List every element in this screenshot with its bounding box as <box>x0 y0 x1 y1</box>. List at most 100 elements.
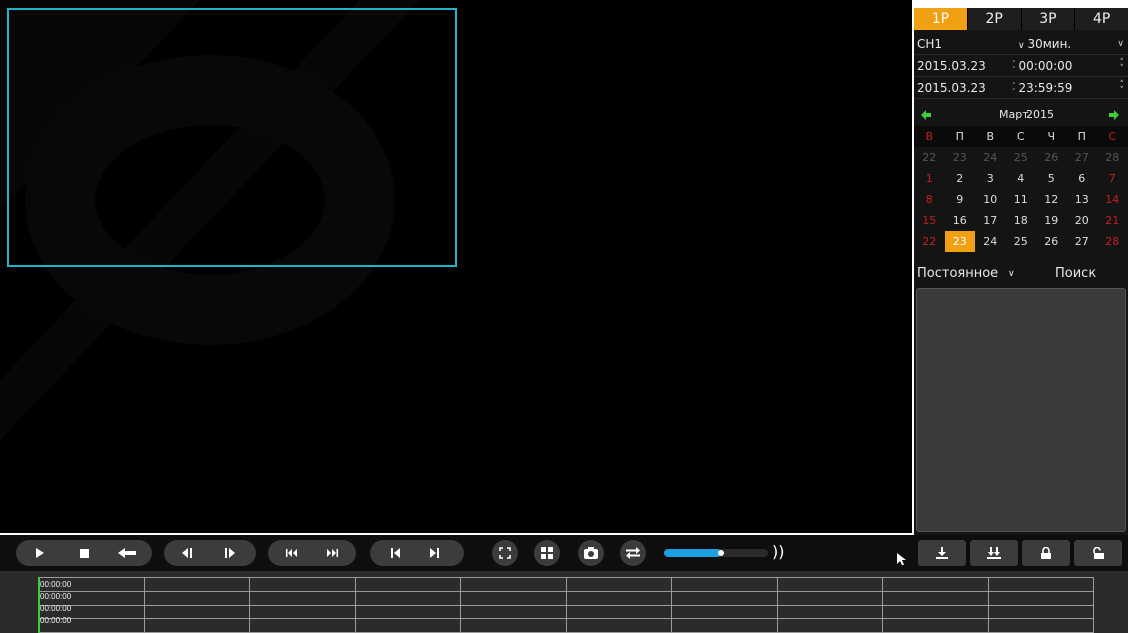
calendar-day[interactable]: 19 <box>1036 210 1067 231</box>
calendar-day[interactable]: 25 <box>1006 147 1037 168</box>
calendar-week: 8 9 10 11 12 13 14 <box>914 189 1128 210</box>
calendar-day[interactable]: 15 <box>914 210 945 231</box>
calendar-day[interactable]: 13 <box>1067 189 1098 210</box>
calendar-day[interactable]: 26 <box>1036 231 1067 252</box>
calendar-day[interactable]: 3 <box>975 168 1006 189</box>
calendar-day[interactable]: 22 <box>914 231 945 252</box>
step-back-icon[interactable] <box>178 544 198 562</box>
tab-4p[interactable]: 4P <box>1075 8 1128 30</box>
stop-icon[interactable] <box>74 544 94 562</box>
volume-slider[interactable] <box>664 549 768 557</box>
calendar-day[interactable]: 24 <box>975 231 1006 252</box>
calendar-day[interactable]: 9 <box>945 189 976 210</box>
start-row: 2015.03.23 ˄ ˅ 00:00:00 ˄ ˅ <box>914 56 1128 77</box>
calendar-day[interactable]: 24 <box>975 147 1006 168</box>
calendar-day[interactable]: 14 <box>1097 189 1128 210</box>
channel-select[interactable]: CH1 <box>917 34 942 54</box>
timeline-channel-time: 00:00:00 <box>40 592 72 601</box>
download-icon <box>918 540 966 566</box>
calendar-day[interactable]: 2 <box>945 168 976 189</box>
timeline-column-line <box>460 577 461 633</box>
calendar-day[interactable]: 28 <box>1097 231 1128 252</box>
speaker-icon[interactable]: )) <box>772 542 784 561</box>
tab-3p[interactable]: 3P <box>1021 8 1076 30</box>
prev-month-icon[interactable] <box>920 109 932 121</box>
calendar-day[interactable]: 18 <box>1006 210 1037 231</box>
calendar-day[interactable]: 23 <box>945 147 976 168</box>
calendar-day[interactable]: 27 <box>1067 231 1098 252</box>
search-button[interactable]: Поиск <box>1055 264 1096 284</box>
weekday-header: В П В С Ч П С <box>914 126 1128 147</box>
calendar-day[interactable]: 16 <box>945 210 976 231</box>
fast-icon[interactable] <box>322 544 342 562</box>
timeline-column-line <box>882 577 883 633</box>
calendar-week: 15 16 17 18 19 20 21 <box>914 210 1128 231</box>
spinner-icon[interactable]: ˄ ˅ <box>1012 60 1016 73</box>
calendar-day[interactable]: 21 <box>1097 210 1128 231</box>
spinner-icon[interactable]: ˄ ˅ <box>1120 81 1125 96</box>
timeline-cursor[interactable] <box>38 577 40 633</box>
calendar-day[interactable]: 4 <box>1006 168 1037 189</box>
step-forward-icon[interactable] <box>220 544 240 562</box>
calendar-grid: В П В С Ч П С 22 23 24 25 26 27 28 1 2 3… <box>914 126 1128 252</box>
search-results-list[interactable] <box>916 288 1126 532</box>
timeline[interactable]: 00:00:00 00:00:00 00:00:00 00:00:00 <box>0 571 1128 633</box>
timeline-channel-time: 00:00:00 <box>40 580 72 589</box>
calendar-day[interactable]: 7 <box>1097 168 1128 189</box>
start-time-field[interactable]: ˄ ˅ 00:00:00 <box>1012 56 1072 76</box>
calendar-week: 22 23 24 25 26 27 28 <box>914 147 1128 168</box>
duration-select[interactable]: ∨ 30мин. <box>1018 34 1071 56</box>
lock-icon <box>1022 540 1070 566</box>
next-month-icon[interactable] <box>1108 109 1120 121</box>
end-row: 2015.03.23 ˄ ˅ 23:59:59 ˄ ˅ <box>914 78 1128 99</box>
end-time-field[interactable]: ˄ ˅ 23:59:59 <box>1012 78 1072 98</box>
timeline-column-line <box>249 577 250 633</box>
calendar-day[interactable]: 5 <box>1036 168 1067 189</box>
timeline-column-line <box>671 577 672 633</box>
calendar-day[interactable]: 10 <box>975 189 1006 210</box>
record-type-select[interactable]: Постоянное <box>917 264 998 284</box>
calendar-header: Март 2015 <box>914 106 1128 124</box>
reverse-play-icon[interactable] <box>114 544 140 562</box>
timeline-channel-time: 00:00:00 <box>40 616 72 625</box>
tab-2p[interactable]: 2P <box>967 8 1022 30</box>
calendar-day[interactable]: 28 <box>1097 147 1128 168</box>
pointer-icon <box>897 553 906 565</box>
next-frame-icon[interactable] <box>424 544 444 562</box>
start-date-field[interactable]: 2015.03.23 <box>917 56 986 76</box>
unlock-icon <box>1074 540 1122 566</box>
grid-icon <box>534 540 560 566</box>
selected-video-window[interactable] <box>7 8 457 267</box>
frame-group <box>370 540 464 566</box>
chevron-down-icon[interactable]: ∨ <box>1008 264 1015 284</box>
calendar-day-selected[interactable]: 23 <box>944 231 975 252</box>
calendar-day[interactable]: 8 <box>914 189 945 210</box>
chevron-down-icon[interactable]: ∨ <box>1117 34 1124 54</box>
timeline-column-line <box>566 577 567 633</box>
weekday-label: С <box>1108 130 1117 143</box>
spinner-icon[interactable]: ˄ ˅ <box>1012 82 1016 95</box>
play-icon[interactable] <box>30 544 50 562</box>
end-date-field[interactable]: 2015.03.23 <box>917 78 986 98</box>
spinner-icon[interactable]: ˄ ˅ <box>1120 59 1125 74</box>
calendar-day[interactable]: 17 <box>975 210 1006 231</box>
timeline-column-line <box>988 577 989 633</box>
prev-frame-icon[interactable] <box>386 544 406 562</box>
tab-1p[interactable]: 1P <box>914 8 968 30</box>
calendar-day[interactable]: 20 <box>1067 210 1098 231</box>
calendar-day[interactable]: 22 <box>914 147 945 168</box>
slow-icon[interactable] <box>282 544 302 562</box>
month-select[interactable]: Март <box>999 106 1029 124</box>
calendar-day[interactable]: 11 <box>1006 189 1037 210</box>
calendar-day[interactable]: 25 <box>1006 231 1037 252</box>
calendar-day[interactable]: 26 <box>1036 147 1067 168</box>
calendar-day[interactable]: 1 <box>914 168 945 189</box>
calendar-day[interactable]: 6 <box>1067 168 1098 189</box>
volume-fill <box>664 549 722 557</box>
calendar-week: 22 23 24 25 26 27 28 <box>914 231 1128 252</box>
calendar-day[interactable]: 27 <box>1067 147 1098 168</box>
year-select[interactable]: 2015 <box>1026 106 1054 124</box>
volume-knob[interactable] <box>718 550 725 556</box>
video-area[interactable] <box>0 0 912 533</box>
calendar-day[interactable]: 12 <box>1036 189 1067 210</box>
